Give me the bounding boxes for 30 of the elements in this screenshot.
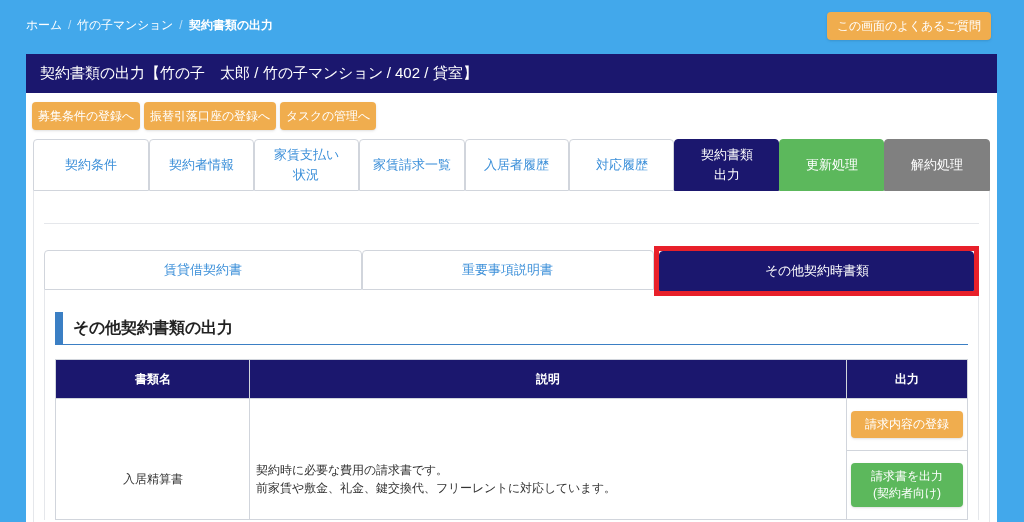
action-button[interactable]: 請求書を出力 (契約者向け) xyxy=(851,463,963,507)
panel-title: 契約書類の出力【竹の子 太郎 / 竹の子マンション / 402 / 貸室】 xyxy=(26,54,997,93)
link-button[interactable]: 募集条件の登録へ xyxy=(32,102,140,130)
sub-tab[interactable]: 賃貸借契約書 xyxy=(44,250,362,290)
column-header: 出力 xyxy=(846,359,968,399)
faq-button[interactable]: この画面のよくあるご質問 xyxy=(827,12,991,40)
table-cell: 入居精算書 xyxy=(55,398,250,520)
tab[interactable]: 更新処理 xyxy=(779,139,885,191)
tab[interactable]: 入居者履歴 xyxy=(464,139,570,191)
column-header: 説明 xyxy=(249,359,847,399)
link-button[interactable]: タスクの管理へ xyxy=(280,102,376,130)
sub-tab[interactable]: 重要事項説明書 xyxy=(361,250,654,290)
link-button[interactable]: 振替引落口座の登録へ xyxy=(144,102,276,130)
tab[interactable]: 解約処理 xyxy=(884,139,990,191)
breadcrumb-link[interactable]: 竹の子マンション xyxy=(77,16,174,34)
action-button[interactable]: 請求内容の登録 xyxy=(851,411,963,438)
breadcrumb-link[interactable]: ホーム xyxy=(26,16,62,34)
tab[interactable]: 家賃請求一覧 xyxy=(358,139,465,191)
tab[interactable]: 契約条件 xyxy=(33,139,149,191)
tab[interactable]: 契約書類 出力 xyxy=(674,139,780,191)
tab[interactable]: 家賃支払い 状況 xyxy=(253,139,359,191)
breadcrumb-current: 契約書類の出力 xyxy=(188,17,273,34)
table-cell: 契約時に必要な費用の請求書です。 前家賃や敷金、礼金、鍵交換代、フリーレントに対応しています。 xyxy=(249,398,847,520)
column-header: 書類名 xyxy=(55,359,250,399)
tab[interactable]: 対応履歴 xyxy=(569,139,675,191)
tab[interactable]: 契約者情報 xyxy=(148,139,254,191)
section-heading: その他契約書類の出力 xyxy=(55,312,968,345)
sub-tab[interactable]: その他契約時書類 xyxy=(659,251,974,291)
breadcrumb-separator: / xyxy=(68,17,72,34)
breadcrumb-separator: / xyxy=(179,17,183,34)
